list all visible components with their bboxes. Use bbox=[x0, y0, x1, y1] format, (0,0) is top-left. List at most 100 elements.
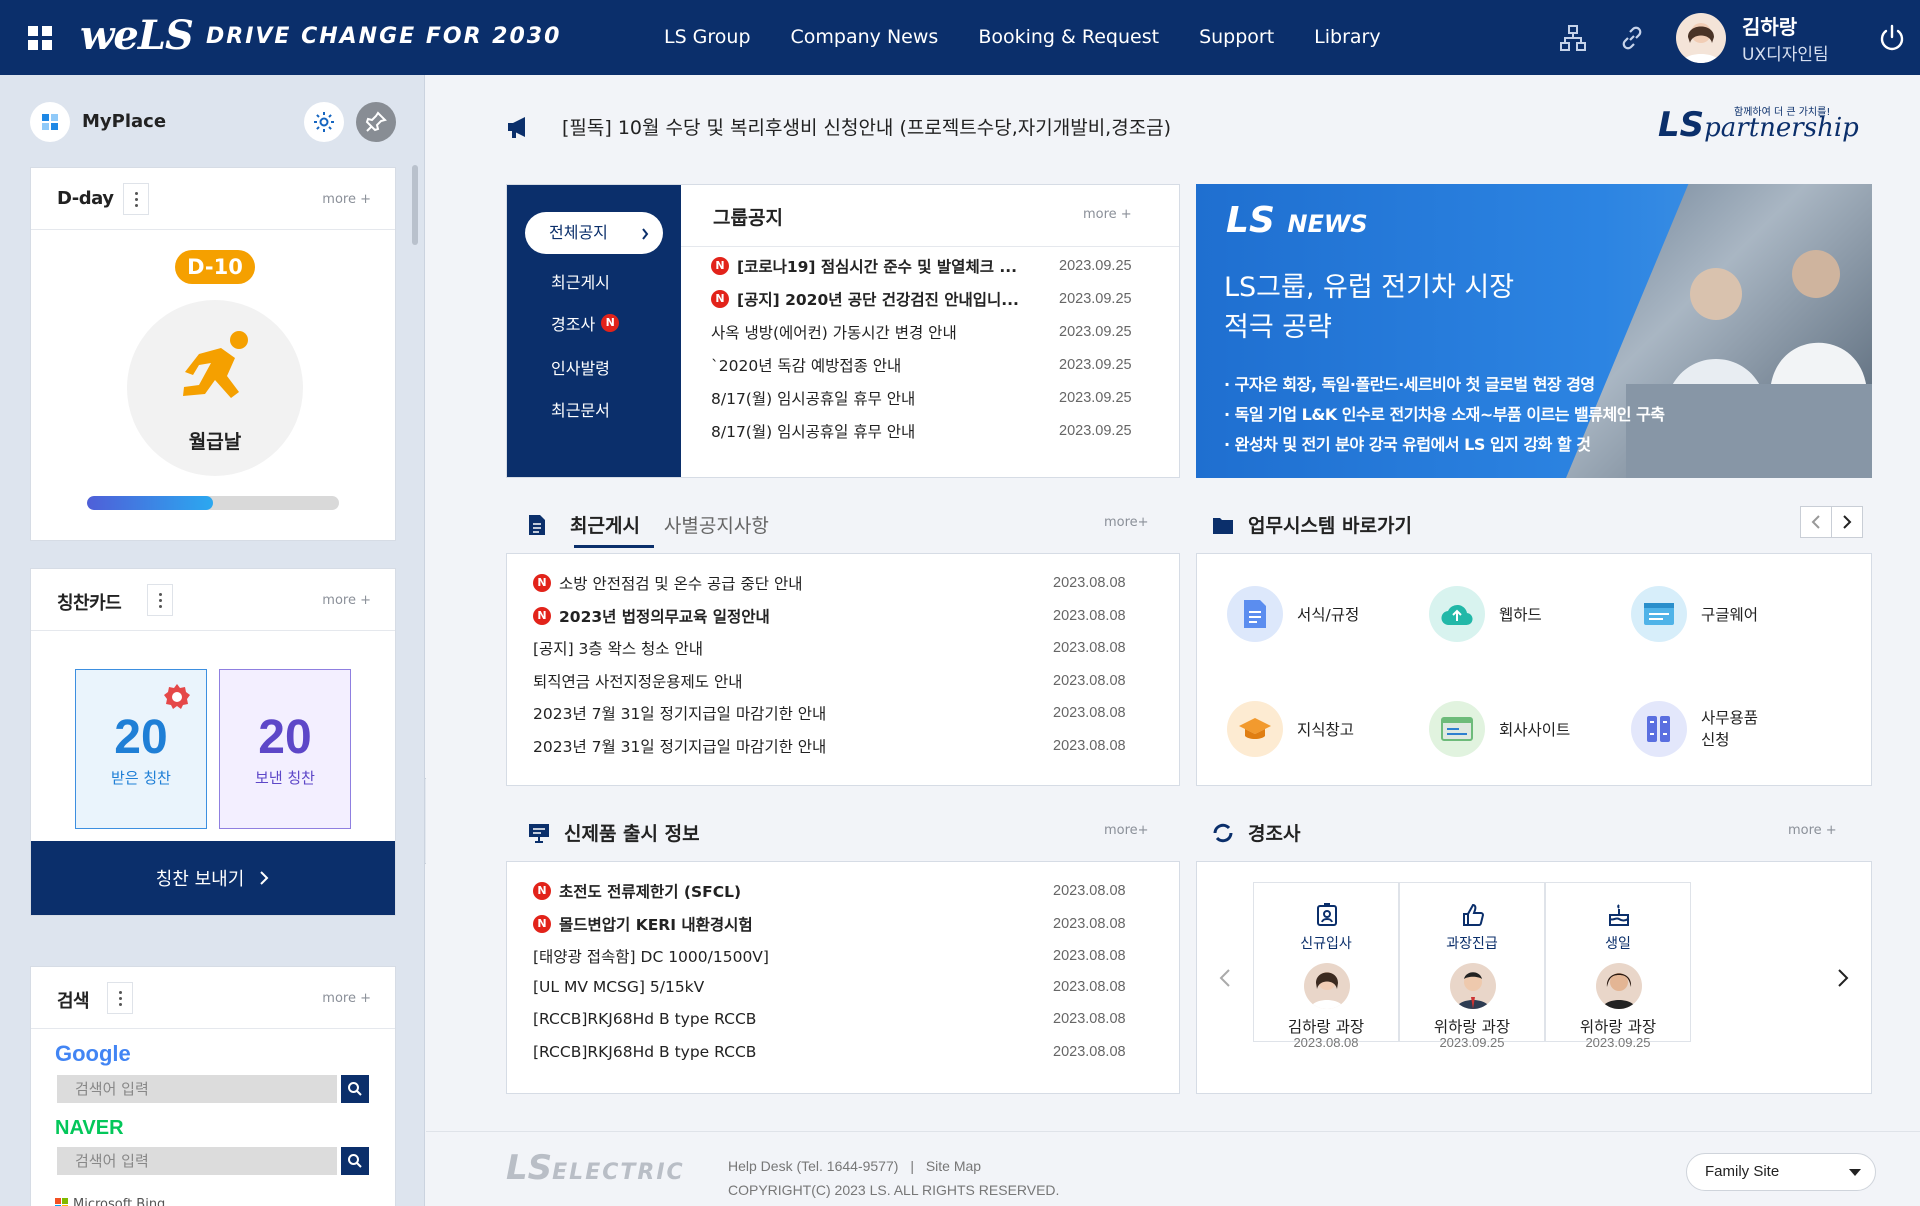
nav-support[interactable]: Support bbox=[1199, 26, 1274, 48]
list-item-title: [RCCB]RKJ68Hd B type RCCB bbox=[533, 1042, 757, 1061]
tab-hr-announcements[interactable]: 인사발령 bbox=[551, 355, 610, 379]
list-item[interactable]: N 몰드변압기 KERI 내환경시험 2023.08.08 bbox=[533, 913, 1153, 935]
recent-more-link[interactable]: more+ bbox=[1104, 515, 1149, 530]
list-item[interactable]: N 소방 안전점검 및 온수 공급 중단 안내 2023.08.08 bbox=[533, 572, 1153, 594]
list-item[interactable]: [RCCB]RKJ68Hd B type RCCB 2023.08.08 bbox=[533, 1043, 1153, 1061]
badge-icon bbox=[164, 684, 190, 709]
list-item-date: 2023.08.08 bbox=[1053, 915, 1126, 932]
list-item[interactable]: N 초전도 전류제한기 (SFCL) 2023.08.08 bbox=[533, 880, 1153, 902]
list-item-date: 2023.08.08 bbox=[1053, 948, 1126, 964]
family-events-header: 경조사 bbox=[1212, 819, 1300, 846]
systems-prev-button[interactable] bbox=[1800, 506, 1832, 538]
tab-company-notice[interactable]: 사별공지사항 bbox=[664, 511, 769, 538]
user-avatar[interactable] bbox=[1676, 13, 1726, 63]
active-tab-indicator bbox=[574, 545, 654, 548]
list-item[interactable]: 2023년 7월 31일 정기지급일 마감기한 안내 2023.08.08 bbox=[533, 735, 1153, 757]
list-item[interactable]: 8/17(월) 임시공휴일 휴무 안내 2023.09.25 bbox=[711, 420, 1151, 442]
tab-all-notices[interactable]: 전체공지 bbox=[525, 212, 663, 254]
settings-button[interactable] bbox=[304, 102, 344, 142]
system-company-site[interactable]: 회사사이트 bbox=[1429, 701, 1570, 757]
chevron-left-icon[interactable] bbox=[1219, 968, 1231, 988]
list-item[interactable]: [태양광 접속함] DC 1000/1500V] 2023.08.08 bbox=[533, 945, 1153, 967]
new-badge: N bbox=[711, 257, 729, 275]
system-groupware-label: 구글웨어 bbox=[1701, 606, 1759, 624]
event-card[interactable]: 과장진급 위하랑 과장 2023.09.25 bbox=[1399, 882, 1545, 1050]
list-item[interactable]: 퇴직연금 사전지정운용제도 안내 2023.08.08 bbox=[533, 670, 1153, 692]
received-praise-label: 받은 칭찬 bbox=[111, 769, 171, 787]
logout-icon[interactable] bbox=[1878, 24, 1906, 52]
systems-next-button[interactable] bbox=[1831, 506, 1863, 538]
wels-logo[interactable]: weLS bbox=[80, 12, 194, 59]
naver-search-input[interactable] bbox=[57, 1147, 337, 1175]
google-search-button[interactable] bbox=[341, 1075, 369, 1103]
naver-search-button[interactable] bbox=[341, 1147, 369, 1175]
praise-menu-button[interactable] bbox=[147, 584, 173, 616]
system-groupware[interactable]: 구글웨어 bbox=[1631, 586, 1758, 642]
list-item[interactable]: 2023년 7월 31일 정기지급일 마감기한 안내 2023.08.08 bbox=[533, 702, 1153, 724]
dday-more-link[interactable]: more + bbox=[322, 192, 371, 207]
sent-praise-box[interactable]: 20 보낸 칭찬 bbox=[219, 669, 351, 829]
list-item[interactable]: N 2023년 법정의무교육 일정안내 2023.08.08 bbox=[533, 605, 1153, 627]
nav-booking-request[interactable]: Booking & Request bbox=[978, 26, 1159, 48]
family-events-panel: 신규입사 김하랑 과장 2023.08.08 과장진급 위하랑 과장 2023.… bbox=[1196, 861, 1872, 1094]
family-events-more-link[interactable]: more + bbox=[1788, 823, 1837, 838]
app-grid-icon[interactable] bbox=[28, 26, 52, 50]
chevron-right-icon[interactable] bbox=[1837, 968, 1849, 988]
ls-news-banner[interactable]: LS NEWS LS그룹, 유럽 전기차 시장 적극 공략 · 구자은 회장, … bbox=[1196, 184, 1872, 478]
caret-down-icon bbox=[1849, 1169, 1861, 1176]
tab-family-events[interactable]: 경조사 N bbox=[551, 311, 627, 335]
google-search-input[interactable] bbox=[57, 1075, 337, 1103]
event-card[interactable]: 신규입사 김하랑 과장 2023.08.08 bbox=[1253, 882, 1399, 1050]
tab-recent-posts[interactable]: 최근게시 bbox=[551, 269, 610, 293]
list-item-title: 소방 안전점검 및 온수 공급 중단 안내 bbox=[559, 575, 803, 593]
search-menu-button[interactable] bbox=[107, 982, 133, 1014]
list-item[interactable]: `2020년 독감 예방접종 안내 2023.09.25 bbox=[711, 354, 1151, 376]
link-icon[interactable] bbox=[1619, 25, 1645, 51]
system-webhard[interactable]: 웹하드 bbox=[1429, 586, 1542, 642]
announcement-bar[interactable]: [필독] 10월 수당 및 복리후생비 신청안내 (프로젝트수당,자기개발비,경… bbox=[506, 113, 1171, 140]
system-knowledge[interactable]: 지식창고 bbox=[1227, 701, 1354, 757]
list-item[interactable]: [UL MV MCSG] 5/15kV 2023.08.08 bbox=[533, 978, 1153, 996]
list-item[interactable]: [공지] 3층 왁스 청소 안내 2023.08.08 bbox=[533, 637, 1153, 659]
sitemap-link[interactable]: Site Map bbox=[926, 1158, 981, 1174]
graduation-cap-icon bbox=[1227, 701, 1283, 757]
chevron-right-icon bbox=[260, 871, 269, 885]
list-item[interactable]: N [공지] 2020년 공단 건강검진 안내입니... 2023.09.25 bbox=[711, 288, 1151, 310]
dday-progress-bar bbox=[87, 496, 339, 510]
list-item-date: 2023.08.08 bbox=[1053, 1043, 1126, 1060]
event-card[interactable]: 생일 위하랑 과장 2023.09.25 bbox=[1545, 882, 1691, 1050]
sidebar-scrollbar[interactable] bbox=[412, 165, 418, 245]
nav-ls-group[interactable]: LS Group bbox=[664, 26, 751, 48]
system-forms[interactable]: 서식/규정 bbox=[1227, 586, 1359, 642]
nav-company-news[interactable]: Company News bbox=[791, 26, 939, 48]
thumbs-up-icon bbox=[1463, 903, 1484, 926]
org-chart-icon[interactable] bbox=[1560, 25, 1586, 51]
list-item-date: 2023.08.08 bbox=[1053, 575, 1126, 591]
new-products-more-link[interactable]: more+ bbox=[1104, 823, 1149, 838]
tab-recent-documents[interactable]: 최근문서 bbox=[551, 397, 610, 421]
tab-recent[interactable]: 최근게시 bbox=[570, 511, 640, 538]
ls-partnership-logo[interactable]: 함께하여 더 큰 가치를! LSpartnership bbox=[1658, 105, 1859, 145]
group-notice-more-link[interactable]: more + bbox=[1083, 207, 1132, 222]
divider bbox=[681, 246, 1179, 247]
nav-library[interactable]: Library bbox=[1314, 26, 1380, 48]
praise-more-link[interactable]: more + bbox=[322, 593, 371, 608]
search-card-header: 검색 more + bbox=[31, 967, 395, 1029]
send-praise-button[interactable]: 칭찬 보내기 bbox=[31, 841, 395, 915]
pin-button[interactable] bbox=[356, 102, 396, 142]
list-item-date: 2023.09.25 bbox=[1059, 423, 1132, 439]
list-item-date: 2023.08.08 bbox=[1053, 978, 1126, 995]
system-knowledge-label: 지식창고 bbox=[1297, 721, 1355, 739]
list-item-title: 8/17(월) 임시공휴일 휴무 안내 bbox=[711, 390, 916, 408]
group-notice-title: 그룹공지 bbox=[713, 207, 783, 229]
family-site-select[interactable]: Family Site bbox=[1686, 1153, 1876, 1191]
binder-icon bbox=[1631, 701, 1687, 757]
list-item[interactable]: N [코로나19] 점심시간 준수 및 발열체크 ... 2023.09.25 bbox=[711, 255, 1151, 277]
search-more-link[interactable]: more + bbox=[322, 991, 371, 1006]
system-office-supplies[interactable]: 사무용품 신청 bbox=[1631, 701, 1758, 757]
list-item[interactable]: 사옥 냉방(에어컨) 가동시간 변경 안내 2023.09.25 bbox=[711, 321, 1151, 343]
list-item[interactable]: 8/17(월) 임시공휴일 휴무 안내 2023.09.25 bbox=[711, 387, 1151, 409]
received-praise-box[interactable]: 20 받은 칭찬 bbox=[75, 669, 207, 829]
dday-menu-button[interactable] bbox=[123, 183, 149, 215]
list-item[interactable]: [RCCB]RKJ68Hd B type RCCB 2023.08.08 bbox=[533, 1010, 1153, 1028]
